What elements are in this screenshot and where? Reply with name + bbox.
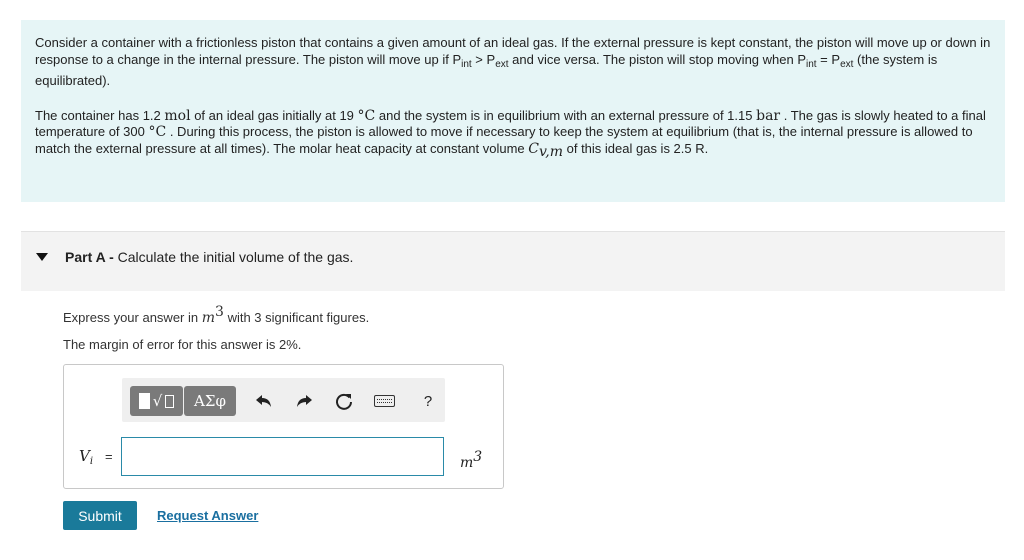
problem-text: and vice versa. The piston will stop mov… (508, 51, 806, 67)
request-answer-link[interactable]: Request Answer (157, 508, 258, 523)
problem-paragraph-1: Consider a container with a frictionless… (35, 35, 991, 90)
instruction-unit: m (201, 310, 216, 326)
margin-of-error-note: The margin of error for this answer is 2… (63, 337, 302, 352)
answer-format-instruction: Express your answer in m3 with 3 signifi… (63, 304, 369, 326)
problem-text: . During this process, the piston is all… (35, 124, 973, 156)
subscript-ext: ext (495, 58, 509, 70)
equals-sign: = (105, 449, 113, 464)
problem-text: and the system is in equilibrium with an… (378, 107, 728, 123)
temp-initial-value: 19 (339, 107, 354, 123)
problem-text: The container has (35, 107, 143, 123)
unit-exponent: 3 (473, 449, 483, 465)
temp-final-value: 300 (123, 124, 145, 139)
temp-unit: °C (148, 124, 167, 140)
part-a-header[interactable]: Part A - Calculate the initial volume of… (21, 231, 1005, 291)
help-icon[interactable]: ? (416, 390, 440, 412)
part-title: Part A - Calculate the initial volume of… (65, 249, 353, 265)
problem-statement: Consider a container with a frictionless… (21, 20, 1005, 202)
redo-icon[interactable] (292, 390, 316, 412)
templates-button[interactable]: √ (130, 386, 183, 416)
cv-subscript: v,m (539, 143, 563, 160)
math-toolbar: √ ΑΣφ ? (122, 378, 445, 422)
instruction-text: Express your answer in (63, 310, 202, 325)
template-box-icon (165, 394, 175, 408)
instruction-unit-exponent: 3 (215, 304, 224, 320)
problem-paragraph-2: The container has 1.2 mol of an ideal ga… (35, 108, 991, 161)
problem-text: of this ideal gas is 2.5 R. (566, 140, 709, 156)
template-square-icon (138, 393, 150, 409)
reset-icon[interactable] (332, 390, 356, 412)
answer-input[interactable] (121, 437, 444, 476)
submit-button[interactable]: Submit (63, 501, 137, 530)
greek-symbols-button[interactable]: ΑΣφ (184, 386, 236, 416)
problem-text: = P (816, 51, 841, 67)
subscript-int: int (806, 58, 817, 70)
sqrt-icon: √ (152, 392, 163, 410)
answer-variable: Vi (79, 447, 93, 467)
undo-icon[interactable] (252, 390, 276, 412)
problem-text: > P (471, 51, 496, 67)
subscript-ext: ext (840, 58, 854, 70)
answer-unit: m3 (460, 449, 482, 471)
instruction-text: with 3 significant figures. (227, 310, 370, 325)
moles-value: 1.2 (142, 107, 161, 123)
unit-symbol: m (460, 455, 474, 471)
cv-symbol: C (528, 140, 539, 157)
part-label: Part A - (65, 249, 114, 265)
pressure-value: 1.15 (727, 107, 753, 123)
moles-unit: mol (164, 107, 191, 124)
part-question: Calculate the initial volume of the gas. (117, 249, 354, 265)
subscript-int: int (461, 58, 472, 70)
collapse-triangle-icon[interactable] (36, 253, 48, 261)
variable-subscript: i (89, 456, 94, 467)
variable-symbol: V (79, 447, 90, 465)
answer-panel: √ ΑΣφ ? Vi = m3 (63, 364, 504, 489)
keyboard-icon[interactable] (372, 390, 396, 412)
temp-unit: °C (357, 107, 376, 124)
problem-text: of an ideal gas initially at (190, 107, 340, 123)
pressure-unit: bar (756, 107, 781, 124)
